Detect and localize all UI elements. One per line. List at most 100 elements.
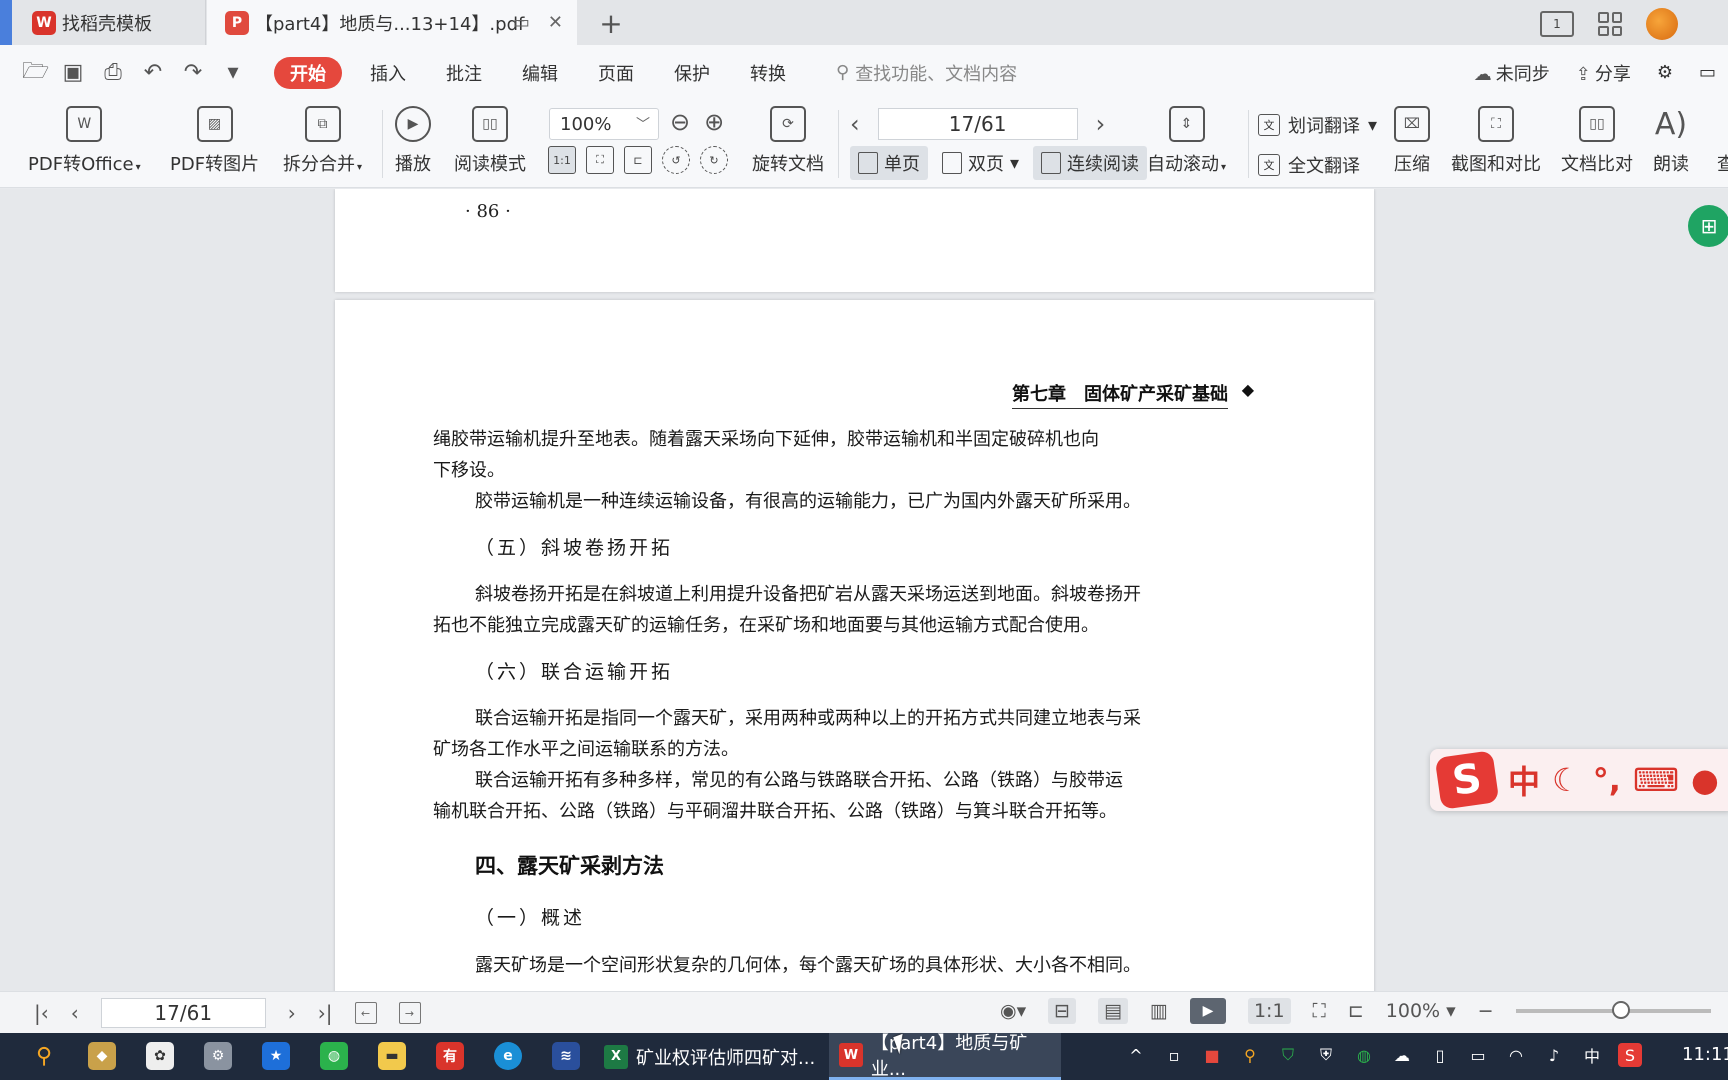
save-icon[interactable]: ▣ [62,60,84,85]
sync-button[interactable]: ☁ 未同步 [1474,60,1550,86]
status-zoom-select[interactable]: 100% ▾ [1386,1000,1456,1022]
menu-protect[interactable]: 保护 [654,45,730,100]
close-tab-icon[interactable]: ✕ [548,12,563,33]
tab-template[interactable]: W 找稻壳模板 [14,0,206,45]
actual-size-icon[interactable]: 1:1 [548,146,576,174]
fish-app-icon[interactable]: ◆ [88,1042,116,1070]
full-translate-button[interactable]: 文全文翻译 [1258,152,1377,178]
fit-page-icon[interactable]: ⛶ [586,146,614,174]
page-input[interactable]: 17/61 [877,108,1078,140]
prev-page-icon[interactable]: ‹ [850,110,860,138]
rotate-doc-button[interactable]: ⟳ 旋转文档 [752,106,824,176]
status-page-input[interactable]: 17/61 [100,998,266,1028]
wechat-icon[interactable]: ◍ [320,1042,348,1070]
last-page-icon[interactable]: ›| [318,1001,333,1025]
shield-icon[interactable]: ⛨ [1314,1043,1338,1067]
compress-button[interactable]: ⌧ 压缩 [1394,106,1430,176]
sogou-tray-icon[interactable]: S [1618,1043,1642,1067]
screenshot-compare-button[interactable]: ⛶ 截图和对比 [1451,106,1541,176]
first-page-icon[interactable]: |‹ [34,1001,49,1025]
eye-protect-icon[interactable]: ◉▾ [1000,1000,1026,1022]
fit-width-status-icon[interactable]: ⊏ [1348,1000,1364,1022]
float-window-icon[interactable]: ▭ [513,12,530,33]
pdf-to-image-button[interactable]: ▨ PDF转图片 [170,106,259,176]
user-icon[interactable]: ● [1691,761,1719,799]
read-mode-button[interactable]: ▯▯ 阅读模式 [454,106,526,176]
tools-app-icon[interactable]: ⚙ [204,1042,232,1070]
redo-icon[interactable]: ↷ [182,60,204,85]
input-lang-indicator[interactable]: 中 [1580,1043,1604,1067]
menu-page[interactable]: 页面 [578,45,654,100]
star-app-icon[interactable]: ★ [262,1042,290,1070]
zoom-minus-icon[interactable]: − [1478,1000,1494,1022]
prev-page-icon[interactable]: ‹ [71,1001,79,1025]
back-icon[interactable]: ← [354,1002,377,1024]
continuous-mode-icon[interactable]: ⊟ [1048,998,1077,1024]
table-tool-button[interactable]: ⊞ [1688,205,1728,247]
print-icon[interactable]: ⎙ [102,60,124,85]
single-page-status-icon[interactable]: ▤ [1098,998,1128,1024]
tab-pdf[interactable]: P 【part4】地质与...13+14】.pdf ▭ ✕ [207,0,577,45]
clock[interactable]: 11:11 [1682,1044,1728,1065]
read-aloud-button[interactable]: A) 朗读 [1653,106,1689,176]
menu-annotate[interactable]: 批注 [426,45,502,100]
play-button[interactable]: ▶ 播放 [395,106,431,176]
keyboard-icon[interactable]: ⌨ [1633,761,1679,799]
search-cut-button[interactable]: 查 [1708,106,1728,176]
zoom-slider-knob[interactable] [1611,1001,1630,1019]
security-shield-icon[interactable]: ⛉ [1276,1043,1300,1067]
navy-app-icon[interactable]: ≋ [552,1042,580,1070]
double-page-button[interactable]: 双页 ▾ [934,146,1027,180]
auto-scroll-button[interactable]: ⇕ 自动滚动 ▾ [1147,106,1226,176]
more-dropdown-icon[interactable]: ▾ [222,60,244,85]
undo-icon[interactable]: ↶ [142,60,164,85]
app-tray-icon[interactable]: ▫ [1162,1043,1186,1067]
taskbar-app-wps[interactable]: W 【part4】地质与矿业... [829,1033,1061,1080]
battery-icon[interactable]: ▭ [1466,1043,1490,1067]
menu-start[interactable]: 开始 [274,56,342,89]
settings-icon[interactable]: ⚙ [1657,62,1673,83]
avatar[interactable] [1646,8,1678,40]
taskbar-app-excel[interactable]: X 矿业权评估师四矿对... [594,1033,816,1080]
comment-icon[interactable]: ▭ [1699,62,1716,83]
wifi-icon[interactable]: ◠ [1504,1043,1528,1067]
ime-toolbar[interactable]: S 中 ☾ °, ⌨ ● [1430,749,1728,811]
doc-compare-button[interactable]: ▯▯ 文档比对 [1561,106,1633,176]
punctuation-icon[interactable]: °, [1593,761,1621,799]
play-status-icon[interactable]: ▶ [1189,998,1226,1024]
share-button[interactable]: ⇪ 分享 [1576,60,1631,86]
single-page-button[interactable]: 单页 [850,146,928,180]
zoom-in-icon[interactable]: ⊕ [704,108,724,136]
fit-page-status-icon[interactable]: ⛶ [1313,1000,1326,1022]
double-page-status-icon[interactable]: ▥ [1150,1000,1168,1022]
pdf-to-office-button[interactable]: W PDF转Office ▾ [28,106,141,176]
forward-icon[interactable]: → [398,1002,421,1024]
document-area[interactable]: · 86 · 第七章 固体矿产采矿基础 ◆ 绳胶带运输机提升至地表。随着露天采场向… [0,189,1728,991]
volume-muted-icon[interactable]: ♪ [1542,1043,1566,1067]
usb-icon[interactable]: ▯ [1428,1043,1452,1067]
zoom-slider[interactable] [1515,1001,1711,1019]
zoom-select[interactable]: 100% ﹀ [549,108,659,140]
add-tab-button[interactable]: + [596,7,626,40]
youdao-icon[interactable]: 有 [436,1042,464,1070]
moon-icon[interactable]: ☾ [1552,761,1581,799]
red-app-tray-icon[interactable]: ■ [1200,1043,1224,1067]
next-page-icon[interactable]: › [1096,110,1106,138]
zoom-out-icon[interactable]: ⊖ [670,108,690,136]
menu-edit[interactable]: 编辑 [502,45,578,100]
rotate-left-icon[interactable]: ↺ [662,146,690,174]
actual-size-status-icon[interactable]: 1:1 [1247,998,1291,1024]
split-merge-button[interactable]: ⧉ 拆分合并 ▾ [283,106,362,176]
apps-grid-icon[interactable] [1598,12,1622,36]
continuous-read-button[interactable]: 连续阅读 [1033,146,1148,180]
word-translate-button[interactable]: 文划词翻译 ▾ [1258,112,1377,138]
search-tray-icon[interactable]: ⚲ [1238,1043,1262,1067]
open-folder-icon[interactable]: 🗁 [22,54,49,92]
window-layout-icon[interactable]: 1 [1540,11,1574,37]
pinwheel-app-icon[interactable]: ✿ [146,1042,174,1070]
edge-browser-icon[interactable]: e [494,1042,522,1070]
wechat-tray-icon[interactable]: ◍ [1352,1043,1376,1067]
fit-width-icon[interactable]: ⊏ [624,146,652,174]
cloud-icon[interactable]: ☁ [1390,1043,1414,1067]
rotate-right-icon[interactable]: ↻ [700,146,728,174]
